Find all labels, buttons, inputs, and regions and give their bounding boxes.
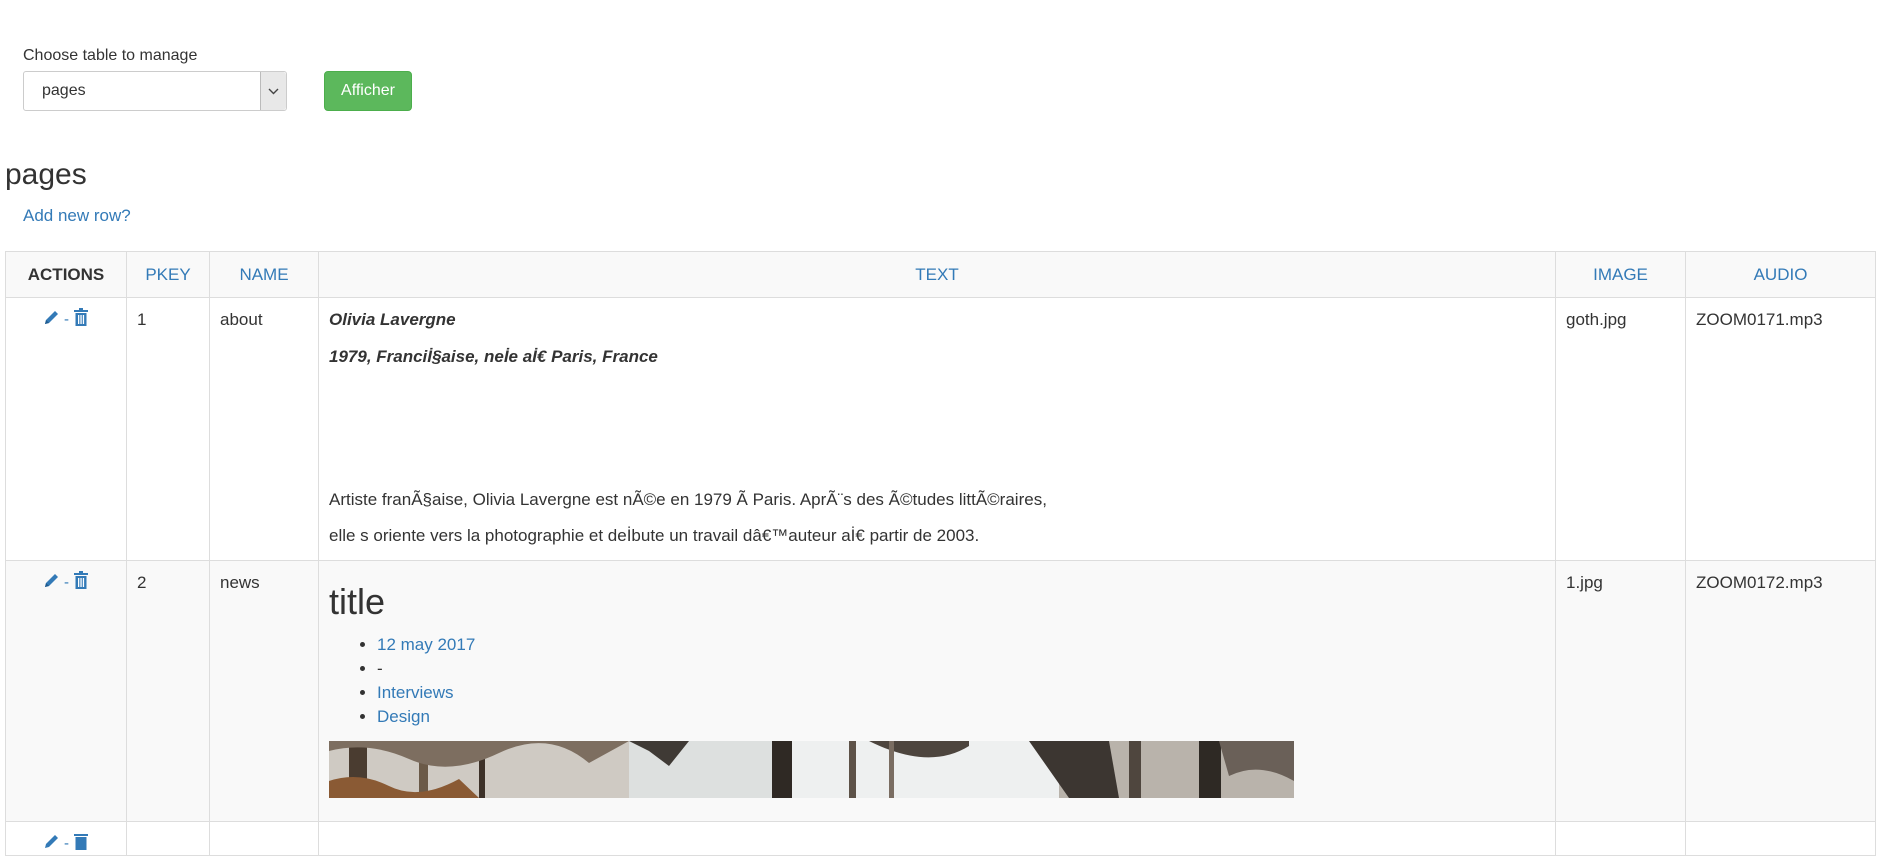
cell-pkey: 1 bbox=[126, 297, 210, 561]
cell-audio: ZOOM0172.mp3 bbox=[1685, 560, 1876, 822]
table-row: - bbox=[5, 821, 1876, 856]
cell-pkey bbox=[126, 821, 210, 856]
column-header-actions: ACTIONS bbox=[5, 251, 127, 298]
add-new-row-link[interactable]: Add new row? bbox=[23, 206, 131, 226]
column-header-image[interactable]: IMAGE bbox=[1555, 251, 1686, 298]
action-separator: - bbox=[64, 574, 69, 591]
cell-name: about bbox=[209, 297, 319, 561]
column-header-pkey[interactable]: PKEY bbox=[126, 251, 210, 298]
news-meta-separator: - bbox=[377, 659, 383, 678]
table-select-value: pages bbox=[42, 82, 86, 99]
table-row: - 2 news title 12 may 2017 - Interviews … bbox=[5, 560, 1876, 822]
cell-text: title 12 may 2017 - Interviews Design bbox=[318, 560, 1556, 822]
table-row: - 1 about Olivia Lavergne 1979, Franciİ§… bbox=[5, 297, 1876, 561]
text-subtitle: 1979, Franciİ§aise, neİe aİ€ Paris, Fran… bbox=[329, 347, 658, 366]
pencil-icon[interactable] bbox=[43, 309, 60, 331]
row-actions: - bbox=[5, 821, 127, 856]
action-separator: - bbox=[64, 311, 69, 328]
news-date-link[interactable]: 12 may 2017 bbox=[377, 635, 475, 654]
chooser-label: Choose table to manage bbox=[23, 47, 198, 64]
column-header-text[interactable]: TEXT bbox=[318, 251, 1556, 298]
action-separator: - bbox=[64, 835, 69, 852]
text-title: Olivia Lavergne bbox=[329, 310, 456, 329]
row-actions: - bbox=[5, 560, 127, 822]
cell-image: 1.jpg bbox=[1555, 560, 1686, 822]
afficher-button[interactable]: Afficher bbox=[324, 71, 412, 111]
news-meta-list: 12 may 2017 - Interviews Design bbox=[329, 633, 1545, 729]
news-title: title bbox=[329, 581, 386, 622]
row-actions: - bbox=[5, 297, 127, 561]
table-chooser: Choose table to manage bbox=[23, 47, 197, 71]
cell-pkey: 2 bbox=[126, 560, 210, 822]
list-item: 12 may 2017 bbox=[377, 633, 1545, 657]
table-header-row: ACTIONS PKEY NAME TEXT IMAGE AUDIO bbox=[5, 251, 1876, 298]
table-select[interactable]: pages bbox=[23, 71, 287, 111]
column-header-audio[interactable]: AUDIO bbox=[1685, 251, 1876, 298]
trash-icon[interactable] bbox=[73, 571, 89, 594]
cell-image bbox=[1555, 821, 1686, 856]
data-table-wrapper: ACTIONS PKEY NAME TEXT IMAGE AUDIO - 1 a… bbox=[5, 251, 1876, 856]
column-header-name[interactable]: NAME bbox=[209, 251, 319, 298]
pencil-icon[interactable] bbox=[43, 833, 60, 855]
data-table: ACTIONS PKEY NAME TEXT IMAGE AUDIO - 1 a… bbox=[5, 251, 1876, 856]
cell-text bbox=[318, 821, 1556, 856]
list-item: Design bbox=[377, 705, 1545, 729]
list-item: - bbox=[377, 657, 1545, 681]
pencil-icon[interactable] bbox=[43, 572, 60, 594]
text-line: Artiste franÃ§aise, Olivia Lavergne est … bbox=[329, 490, 1047, 509]
cell-audio: ZOOM0171.mp3 bbox=[1685, 297, 1876, 561]
cell-name bbox=[209, 821, 319, 856]
news-category-design[interactable]: Design bbox=[377, 707, 430, 726]
page-title: pages bbox=[5, 158, 87, 191]
text-line: elle s oriente vers la photographie et d… bbox=[329, 526, 980, 545]
cell-image: goth.jpg bbox=[1555, 297, 1686, 561]
chevron-down-icon[interactable] bbox=[260, 72, 286, 110]
list-item: Interviews bbox=[377, 681, 1545, 705]
cell-text: Olivia Lavergne 1979, Franciİ§aise, neİe… bbox=[318, 297, 1556, 561]
trash-icon[interactable] bbox=[73, 832, 89, 855]
cell-audio bbox=[1685, 821, 1876, 856]
cell-name: news bbox=[209, 560, 319, 822]
news-photo bbox=[329, 741, 1294, 798]
news-category-interviews[interactable]: Interviews bbox=[377, 683, 454, 702]
trash-icon[interactable] bbox=[73, 308, 89, 331]
